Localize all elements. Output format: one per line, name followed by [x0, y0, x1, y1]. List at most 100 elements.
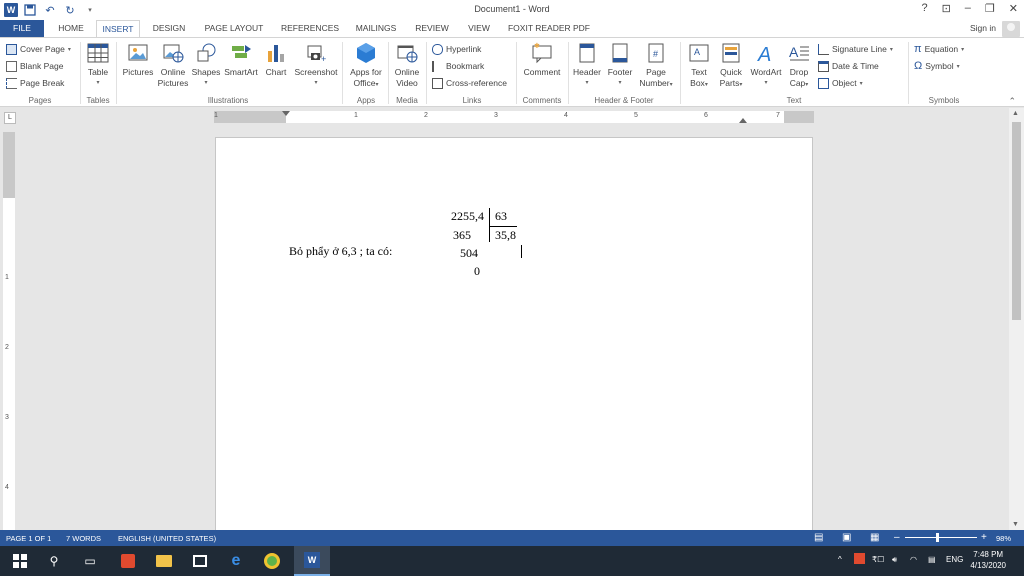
chrome-icon[interactable]	[262, 551, 282, 571]
bookmark-icon	[432, 60, 443, 72]
screenshot-button[interactable]: + Screenshot ▾	[292, 42, 340, 89]
collapse-ribbon-icon[interactable]: ⌃	[1008, 96, 1016, 107]
page-count-status[interactable]: PAGE 1 OF 1	[6, 534, 51, 543]
show-hidden-icons-icon[interactable]: ^	[838, 555, 842, 564]
signature-line-button[interactable]: Signature Line ▾	[818, 42, 893, 56]
ruler-number: 1	[354, 112, 358, 119]
task-view-icon[interactable]: ▭	[80, 551, 100, 571]
zoom-slider-thumb[interactable]	[936, 533, 939, 542]
search-icon[interactable]: ⚲	[44, 551, 64, 571]
group-separator	[426, 42, 427, 104]
minimize-button[interactable]: –	[965, 2, 971, 15]
top-margin-area	[3, 132, 15, 198]
tab-design[interactable]: DESIGN	[148, 20, 190, 37]
cover-page-button[interactable]: Cover Page ▾	[6, 42, 71, 56]
zoom-out-icon[interactable]: –	[894, 532, 900, 543]
word-count-status[interactable]: 7 WORDS	[66, 534, 101, 543]
bookmark-button[interactable]: Bookmark	[432, 59, 484, 73]
print-layout-icon[interactable]: ▣	[842, 532, 851, 543]
tab-references[interactable]: REFERENCES	[278, 20, 342, 37]
action-center-icon[interactable]: ▤	[928, 555, 936, 564]
drop-cap-button[interactable]: A Drop Cap▾	[784, 42, 814, 91]
restore-button[interactable]: ❐	[985, 2, 995, 15]
text-box-button[interactable]: A Text Box▾	[684, 42, 714, 91]
scroll-up-icon[interactable]: ▲	[1012, 110, 1019, 117]
ribbon-display-options-button[interactable]: ⊡	[942, 2, 951, 15]
wordart-button[interactable]: A WordArt ▾	[748, 42, 784, 89]
scrollbar-thumb[interactable]	[1012, 122, 1021, 320]
date-time-button[interactable]: Date & Time	[818, 59, 879, 73]
smartart-button[interactable]: SmartArt	[222, 42, 260, 78]
shapes-icon	[195, 42, 217, 64]
language-indicator[interactable]: ENG	[946, 555, 963, 564]
input-method-icon[interactable]: ₹☐	[872, 555, 884, 564]
right-margin-area	[784, 111, 814, 123]
blank-page-button[interactable]: Blank Page	[6, 59, 63, 73]
tab-foxit-reader-pdf[interactable]: FOXIT READER PDF	[506, 20, 592, 37]
shapes-button[interactable]: Shapes ▾	[190, 42, 222, 89]
chart-button[interactable]: Chart	[262, 42, 290, 78]
store-icon[interactable]	[190, 551, 210, 571]
svg-text:A: A	[789, 44, 799, 60]
help-button[interactable]: ?	[921, 2, 927, 15]
close-button[interactable]: ✕	[1009, 2, 1018, 15]
zoom-level[interactable]: 98%	[996, 534, 1011, 543]
ruler-number: 1	[5, 274, 9, 281]
group-label-links: Links	[462, 96, 482, 105]
volume-icon[interactable]: 🔊︎	[892, 555, 897, 565]
read-mode-icon[interactable]: ▤	[814, 532, 823, 543]
online-pictures-button[interactable]: Online Pictures	[156, 42, 190, 89]
network-icon[interactable]: ◠	[910, 555, 917, 564]
windows-taskbar: ⚲ ▭ e W ^ ₹☐ 🔊︎ ◠ ▤ ENG 7:48 PM 4/13/202…	[0, 546, 1024, 576]
foxit-tray-icon[interactable]	[854, 553, 865, 564]
edge-browser-icon[interactable]: e	[226, 551, 246, 571]
system-clock[interactable]: 7:48 PM 4/13/2020	[970, 549, 1006, 571]
hyperlink-button[interactable]: Hyperlink	[432, 42, 481, 56]
online-video-button[interactable]: Online Video	[390, 42, 424, 89]
scroll-down-icon[interactable]: ▼	[1012, 521, 1019, 528]
page-number-button[interactable]: # Page Number▾	[636, 42, 676, 91]
svg-text:A: A	[694, 47, 700, 57]
right-indent-marker-icon[interactable]	[739, 118, 747, 123]
tab-page-layout[interactable]: PAGE LAYOUT	[200, 20, 268, 37]
text-cursor	[521, 245, 522, 258]
table-button[interactable]: Table ▾	[84, 42, 112, 89]
zoom-slider[interactable]	[905, 537, 977, 538]
page-break-button[interactable]: Page Break	[6, 76, 64, 90]
zoom-in-icon[interactable]: +	[981, 532, 987, 543]
vertical-ruler[interactable]: 1 2 3 4	[3, 132, 15, 530]
quick-parts-button[interactable]: Quick Parts▾	[714, 42, 748, 91]
file-explorer-icon[interactable]	[154, 551, 174, 571]
horizontal-ruler[interactable]: 1 1 2 3 4 5 6 7	[214, 111, 814, 123]
windows-start-icon[interactable]	[10, 551, 30, 571]
header-button[interactable]: Header ▾	[570, 42, 604, 89]
document-page[interactable]: Bỏ phẩy ở 6,3 ; ta có: 2255,4 63 365 35,…	[215, 137, 813, 532]
web-layout-icon[interactable]: ▦	[870, 532, 879, 543]
symbol-button[interactable]: Ω Symbol ▾	[914, 59, 960, 73]
tab-review[interactable]: REVIEW	[410, 20, 454, 37]
language-status[interactable]: ENGLISH (UNITED STATES)	[118, 534, 216, 543]
avatar[interactable]	[1002, 21, 1020, 37]
cover-page-icon	[6, 43, 17, 55]
comment-button[interactable]: ✱ Comment	[520, 42, 564, 78]
tab-file[interactable]: FILE	[0, 20, 44, 37]
word-taskbar-icon[interactable]: W	[294, 546, 330, 576]
footer-icon	[609, 42, 631, 64]
foxit-reader-icon[interactable]	[118, 551, 138, 571]
tab-view[interactable]: VIEW	[462, 20, 496, 37]
tab-selector-button[interactable]: L	[4, 112, 16, 124]
footer-button[interactable]: Footer ▾	[604, 42, 636, 89]
pictures-button[interactable]: Pictures	[120, 42, 156, 78]
cross-reference-button[interactable]: Cross-reference	[432, 76, 507, 90]
equation-button[interactable]: π Equation ▾	[914, 42, 964, 56]
sign-in-link[interactable]: Sign in	[970, 23, 996, 33]
group-label-header-footer: Header & Footer	[594, 96, 654, 105]
tab-insert[interactable]: INSERT	[96, 20, 140, 38]
tab-home[interactable]: HOME	[52, 20, 90, 37]
vertical-scrollbar[interactable]: ▲ ▼	[1009, 108, 1024, 530]
indent-marker-icon[interactable]	[282, 111, 290, 116]
group-label-symbols: Symbols	[928, 96, 960, 105]
object-button[interactable]: Object ▾	[818, 76, 863, 90]
tab-mailings[interactable]: MAILINGS	[350, 20, 402, 37]
apps-for-office-button[interactable]: Apps for Office▾	[346, 42, 386, 91]
